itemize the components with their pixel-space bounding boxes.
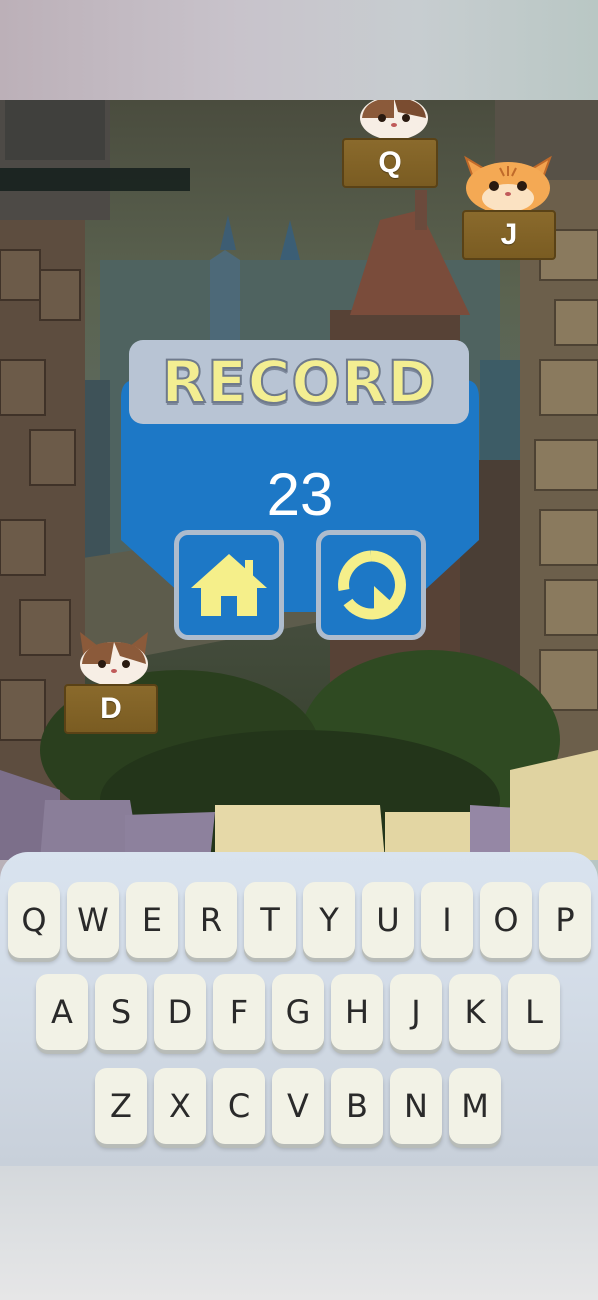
home-button[interactable] [174, 530, 284, 640]
restart-icon [338, 550, 406, 620]
key-r[interactable]: R [185, 882, 237, 958]
falling-cat: Q [342, 100, 442, 192]
key-u[interactable]: U [362, 882, 414, 958]
key-i[interactable]: I [421, 882, 473, 958]
record-title-box: RECORD [129, 340, 469, 424]
key-g[interactable]: G [272, 974, 324, 1050]
key-d[interactable]: D [154, 974, 206, 1050]
game-scene: Q J D RECORD 23 [0, 100, 598, 860]
key-s[interactable]: S [95, 974, 147, 1050]
key-j[interactable]: J [390, 974, 442, 1050]
key-p[interactable]: P [539, 882, 591, 958]
key-n[interactable]: N [390, 1068, 442, 1144]
key-z[interactable]: Z [95, 1068, 147, 1144]
cat-letter-plank: D [64, 684, 158, 734]
falling-cat: D [64, 626, 164, 736]
cat-head-icon [360, 100, 428, 140]
key-l[interactable]: L [508, 974, 560, 1050]
bottom-area-blur [0, 1166, 598, 1300]
cat-head-icon [464, 155, 552, 214]
cat-head-icon [80, 632, 148, 686]
key-t[interactable]: T [244, 882, 296, 958]
key-e[interactable]: E [126, 882, 178, 958]
key-h[interactable]: H [331, 974, 383, 1050]
key-c[interactable]: C [213, 1068, 265, 1144]
key-x[interactable]: X [154, 1068, 206, 1144]
key-m[interactable]: M [449, 1068, 501, 1144]
record-title: RECORD [161, 347, 437, 417]
letter-keyboard: Q W E R T Y U I O P A S D F G H J K L Z … [0, 852, 598, 1166]
status-area-blur [0, 0, 598, 100]
key-k[interactable]: K [449, 974, 501, 1050]
cat-letter-plank: J [462, 210, 556, 260]
key-v[interactable]: V [272, 1068, 324, 1144]
key-b[interactable]: B [331, 1068, 383, 1144]
record-score: 23 [266, 461, 334, 528]
key-o[interactable]: O [480, 882, 532, 958]
hud-bar [0, 168, 190, 191]
key-a[interactable]: A [36, 974, 88, 1050]
falling-cat: J [460, 148, 560, 260]
home-icon [191, 554, 267, 616]
key-w[interactable]: W [67, 882, 119, 958]
key-q[interactable]: Q [8, 882, 60, 958]
key-f[interactable]: F [213, 974, 265, 1050]
cat-letter-plank: Q [342, 138, 438, 188]
restart-button[interactable] [316, 530, 426, 640]
key-y[interactable]: Y [303, 882, 355, 958]
